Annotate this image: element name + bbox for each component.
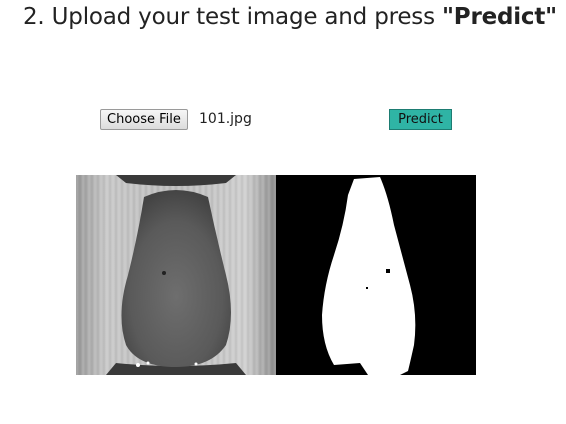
step-heading-emphasis: "Predict"	[441, 4, 557, 30]
selected-file-name: 101.jpg	[199, 111, 252, 127]
step-heading: 2. Upload your test image and press "Pre…	[23, 4, 557, 30]
test-image	[76, 175, 276, 375]
choose-file-button[interactable]: Choose File	[100, 109, 188, 130]
segmentation-mask	[276, 175, 476, 375]
step-heading-text: 2. Upload your test image and press	[23, 4, 442, 30]
predict-button[interactable]: Predict	[389, 109, 452, 130]
